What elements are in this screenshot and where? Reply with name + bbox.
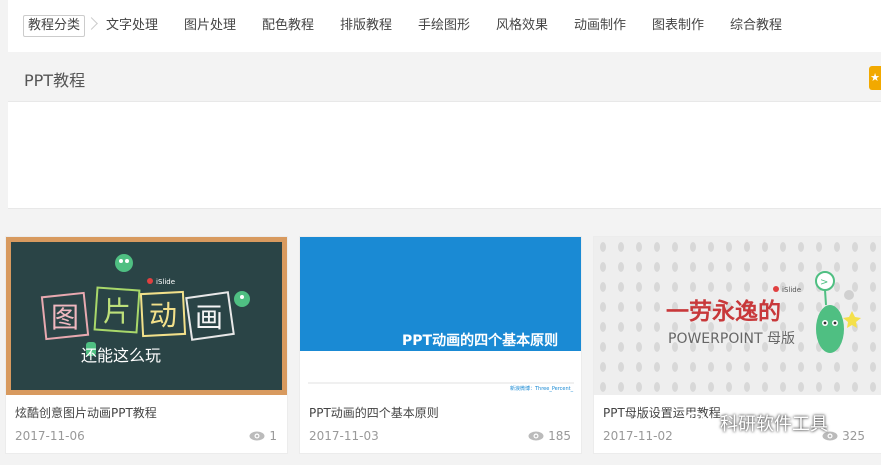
- nav-item-comprehensive[interactable]: 综合教程: [730, 17, 782, 35]
- section-header: PPT教程 ★: [8, 56, 881, 100]
- nav-arrow-icon: [85, 17, 98, 30]
- thumb-headline: 一劳永逸的: [666, 298, 781, 325]
- card-date: 2017-11-06: [15, 429, 85, 443]
- section-title: PPT教程: [24, 71, 86, 90]
- nav-item-image[interactable]: 图片处理: [184, 17, 236, 35]
- nav-item-drawing[interactable]: 手绘图形: [418, 17, 470, 35]
- chalkboard-thumbnail: iSlide 图 片 动 画 还能这么玩: [6, 237, 287, 395]
- nav-item-category[interactable]: 教程分类: [23, 15, 86, 37]
- islide-brand: iSlide: [156, 278, 175, 286]
- category-nav: 教程分类 文字处理 图片处理 配色教程 排版教程 手绘图形 风格效果 动画制作 …: [8, 0, 881, 52]
- card-thumbnail[interactable]: iSlide 图 片 动 画 还能这么玩: [6, 237, 287, 395]
- star-icon[interactable]: ★: [869, 66, 881, 90]
- watermark: 科研软件工具: [684, 410, 828, 436]
- eye-icon: [249, 431, 265, 441]
- wechat-icon: [684, 412, 713, 433]
- view-count: 185: [528, 429, 571, 443]
- card-title[interactable]: PPT动画的四个基本原则: [309, 404, 439, 421]
- thumb-char-4: 画: [195, 301, 223, 334]
- card-thumbnail[interactable]: iSlide 一劳永逸的 POWERPOINT 母版 >: [594, 237, 881, 395]
- card-date: 2017-11-02: [603, 429, 673, 443]
- thumb-char-1: 图: [51, 301, 79, 334]
- tutorial-card[interactable]: iSlide 图 片 动 画 还能这么玩 炫酷创意图片动画PPT教程 2017-…: [5, 236, 288, 454]
- eye-icon: [528, 431, 544, 441]
- view-count-value: 1: [269, 429, 277, 443]
- blank-panel: [8, 101, 881, 209]
- svg-text:>: >: [820, 277, 828, 288]
- islide-brand: iSlide: [782, 286, 801, 294]
- tutorial-card[interactable]: PPT动画的四个基本原则 新浪微博：Three_Percent_ PPT动画的四…: [299, 236, 582, 454]
- nav-item-animation[interactable]: 动画制作: [574, 17, 626, 35]
- thumb-subtitle: 还能这么玩: [81, 346, 161, 365]
- card-thumbnail[interactable]: PPT动画的四个基本原则 新浪微博：Three_Percent_: [300, 237, 581, 395]
- card-date: 2017-11-03: [309, 429, 379, 443]
- watermark-text: 科研软件工具: [720, 414, 828, 435]
- thumb-footer: 新浪微博：Three_Percent_: [510, 385, 574, 392]
- thumb-sub: POWERPOINT 母版: [668, 331, 795, 347]
- nav-item-color[interactable]: 配色教程: [262, 17, 314, 35]
- nav-item-chart[interactable]: 图表制作: [652, 17, 704, 35]
- thumb-headline: PPT动画的四个基本原则: [402, 332, 558, 349]
- nav-item-layout[interactable]: 排版教程: [340, 17, 392, 35]
- view-count: 1: [249, 429, 277, 443]
- view-count-value: 185: [548, 429, 571, 443]
- card-title[interactable]: 炫酷创意图片动画PPT教程: [15, 404, 157, 421]
- view-count-value: 325: [842, 429, 865, 443]
- blue-banner-thumbnail: PPT动画的四个基本原则 新浪微博：Three_Percent_: [300, 237, 581, 395]
- master-slide-thumbnail: iSlide 一劳永逸的 POWERPOINT 母版 >: [594, 237, 881, 395]
- nav-item-style[interactable]: 风格效果: [496, 17, 548, 35]
- view-count: 325: [822, 429, 865, 443]
- thumb-char-3: 动: [149, 299, 177, 332]
- thumb-char-2: 片: [103, 295, 131, 328]
- nav-item-text[interactable]: 文字处理: [106, 17, 158, 35]
